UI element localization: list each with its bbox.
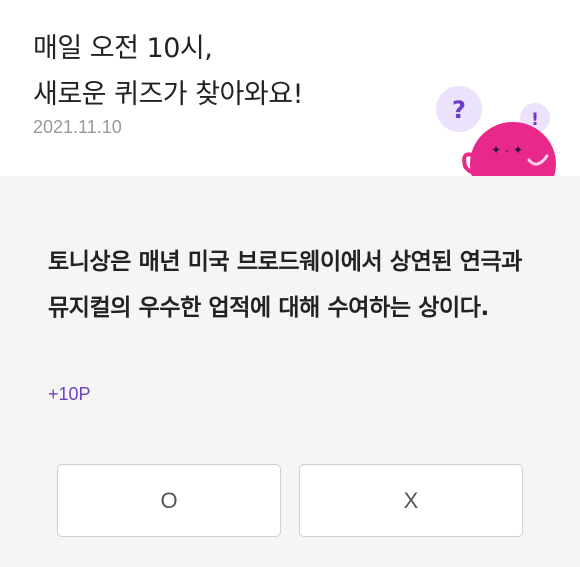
answer-o-label: O xyxy=(160,487,178,513)
quiz-card: 토니상은 매년 미국 브로드웨이에서 상연된 연극과 뮤지컬의 우수한 업적에 … xyxy=(0,176,580,567)
quiz-question: 토니상은 매년 미국 브로드웨이에서 상연된 연극과 뮤지컬의 우수한 업적에 … xyxy=(48,249,522,321)
quiz-header: 매일 오전 10시, 새로운 퀴즈가 찾아와요! 2021.11.10 ? ! … xyxy=(0,0,580,176)
quiz-date: 2021.11.10 xyxy=(33,117,122,137)
svg-text:✦: ✦ xyxy=(491,143,501,157)
reward-points: +10P xyxy=(48,384,91,404)
answer-x-label: X xyxy=(403,487,419,513)
answer-x-button[interactable]: X xyxy=(299,464,523,537)
svg-text:?: ? xyxy=(452,96,466,124)
pink-character-question-icon: ? ! ✦ - ✦ xyxy=(436,86,556,176)
page-title-line-2: 새로운 퀴즈가 찾아와요! xyxy=(33,79,303,110)
svg-text:✦: ✦ xyxy=(513,143,523,157)
svg-text:-: - xyxy=(505,144,509,157)
answer-o-button[interactable]: O xyxy=(57,464,281,537)
page-title-line-1: 매일 오전 10시, xyxy=(33,33,213,64)
